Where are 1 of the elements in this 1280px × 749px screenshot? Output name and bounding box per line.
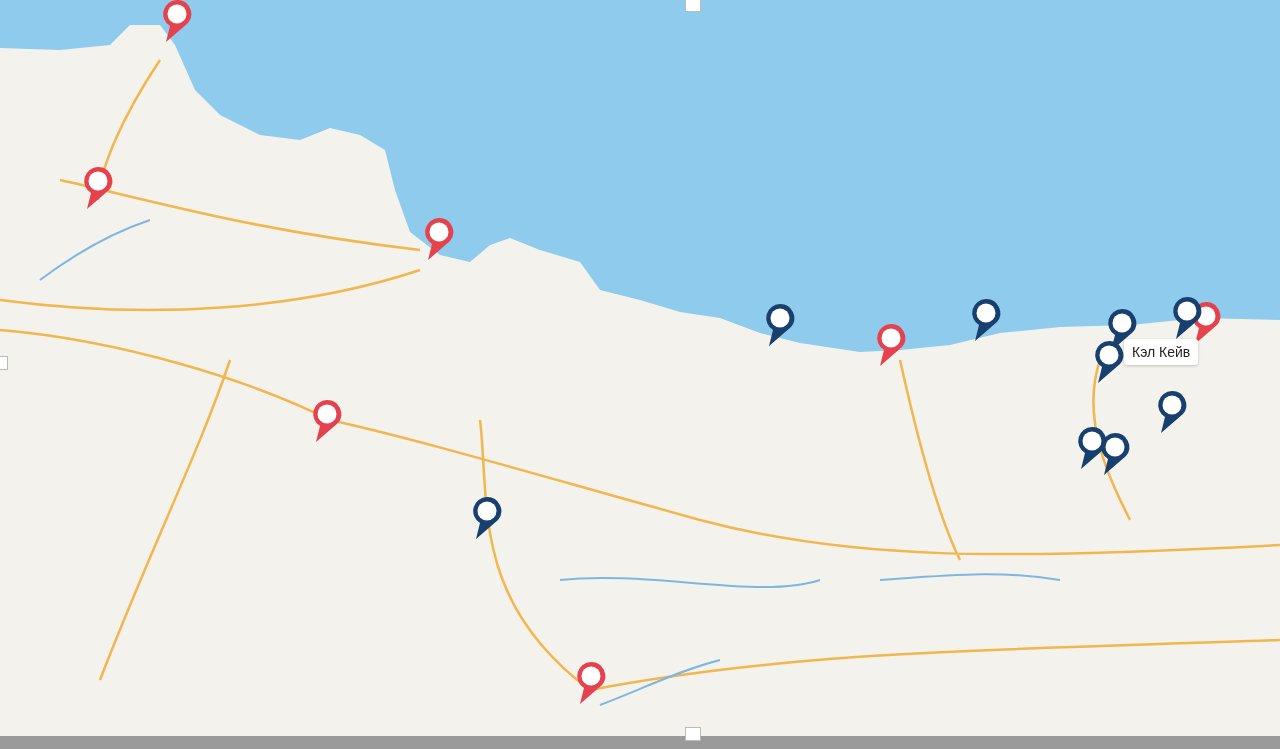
pin-tooltip: Кэл Кейв — [1124, 339, 1199, 365]
